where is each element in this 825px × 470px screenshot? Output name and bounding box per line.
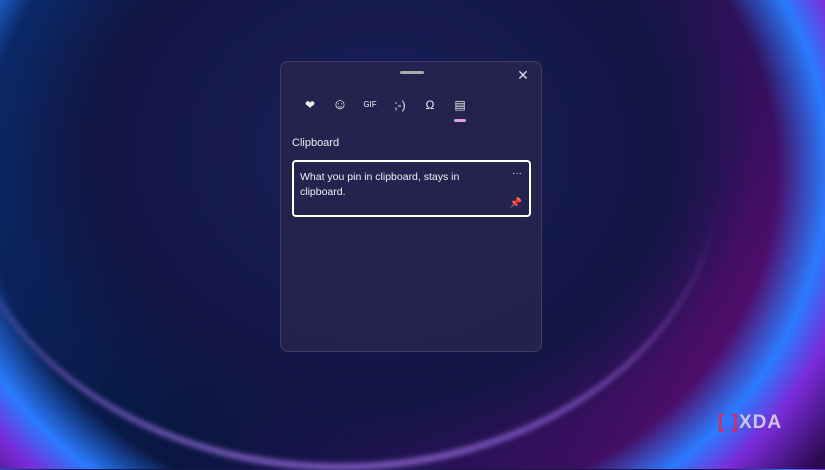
- clipboard-item[interactable]: What you pin in clipboard, stays in clip…: [292, 160, 531, 217]
- close-button[interactable]: ✕: [513, 65, 533, 85]
- tab-bar: ❤ ☺ GIF ;-) Ω ▤: [295, 94, 475, 122]
- tab-emoji[interactable]: ☺: [325, 94, 355, 116]
- pin-icon[interactable]: 📌: [510, 196, 522, 211]
- tab-gif[interactable]: GIF: [355, 94, 385, 116]
- emoji-clipboard-panel: ✕ ❤ ☺ GIF ;-) Ω ▤ Clipboard What you pin…: [280, 61, 542, 352]
- tab-clipboard[interactable]: ▤: [445, 94, 475, 122]
- tab-symbols[interactable]: Ω: [415, 94, 445, 116]
- drag-handle[interactable]: [400, 71, 424, 74]
- clipboard-item-text: What you pin in clipboard, stays in clip…: [300, 171, 460, 198]
- tab-kaomoji[interactable]: ;-): [385, 94, 415, 116]
- section-title: Clipboard: [292, 137, 340, 149]
- more-options-icon[interactable]: ···: [512, 166, 522, 181]
- tab-recently-used[interactable]: ❤: [295, 94, 325, 116]
- xda-logo: [ ]XDA: [718, 412, 783, 433]
